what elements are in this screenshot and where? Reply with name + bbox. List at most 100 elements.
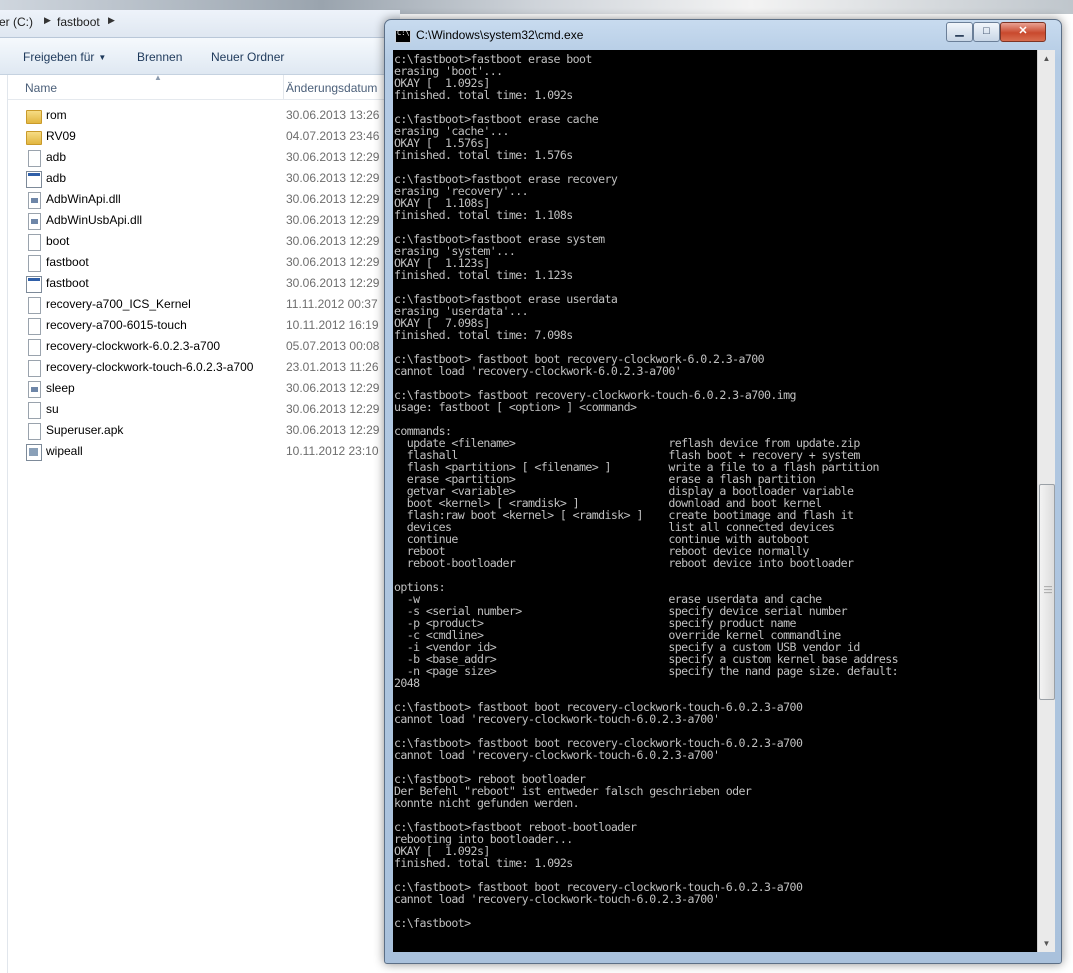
- console-line: cannot load 'recovery-clockwork-touch-6.…: [394, 748, 720, 762]
- folder-icon: [26, 110, 42, 124]
- console-line: cannot load 'recovery-clockwork-touch-6.…: [394, 892, 720, 906]
- file-icon: [28, 423, 41, 440]
- new-folder-button[interactable]: Neuer Ordner: [211, 50, 284, 64]
- file-name[interactable]: su: [46, 402, 59, 416]
- file-row[interactable]: adb 30.06.2013 12:29: [8, 147, 400, 168]
- scrollbar-thumb[interactable]: — — —: [1039, 484, 1055, 700]
- share-with-button[interactable]: Freigeben für ▼: [23, 50, 106, 64]
- file-row[interactable]: recovery-a700-6015-touch 10.11.2012 16:19: [8, 315, 400, 336]
- console-line: reboot-bootloader reboot device into boo…: [394, 556, 854, 570]
- file-name[interactable]: recovery-a700-6015-touch: [46, 318, 187, 332]
- file-row[interactable]: RV09 04.07.2013 23:46: [8, 126, 400, 147]
- file-date: 30.06.2013 12:29: [286, 171, 380, 185]
- breadcrumb-folder[interactable]: fastboot: [57, 15, 100, 29]
- folder-icon: [26, 131, 42, 145]
- file-name[interactable]: Superuser.apk: [46, 423, 123, 437]
- file-icon: [28, 339, 41, 356]
- file-row[interactable]: recovery-clockwork-6.0.2.3-a700 05.07.201…: [8, 336, 400, 357]
- file-date: 05.07.2013 00:08: [286, 339, 380, 353]
- file-icon: [28, 360, 41, 377]
- file-date: 30.06.2013 12:29: [286, 150, 380, 164]
- minimize-button[interactable]: ▁: [946, 22, 973, 42]
- file-date: 30.06.2013 12:29: [286, 402, 380, 416]
- file-date: 30.06.2013 12:29: [286, 213, 380, 227]
- file-name[interactable]: wipeall: [46, 444, 83, 458]
- column-name-header[interactable]: Name: [25, 81, 57, 95]
- file-name[interactable]: rom: [46, 108, 67, 122]
- scroll-up-arrow-icon[interactable]: ▲: [1038, 50, 1055, 67]
- file-row[interactable]: recovery-clockwork-touch-6.0.2.3-a700 23.…: [8, 357, 400, 378]
- file-date: 30.06.2013 13:26: [286, 108, 380, 122]
- console-line: cannot load 'recovery-clockwork-6.0.2.3-…: [394, 364, 682, 378]
- file-date: 30.06.2013 12:29: [286, 192, 380, 206]
- console-line: finished. total time: 7.098s: [394, 328, 573, 342]
- console-line: c:\fastboot>: [394, 916, 471, 930]
- column-date-header[interactable]: Änderungsdatum: [286, 81, 377, 95]
- column-headers: Name ▲ Änderungsdatum: [8, 73, 400, 100]
- console-output[interactable]: c:\fastboot>fastboot erase boot erasing …: [393, 50, 1037, 952]
- console-line: finished. total time: 1.576s: [394, 148, 573, 162]
- exe-icon: [26, 276, 42, 293]
- file-name[interactable]: recovery-clockwork-touch-6.0.2.3-a700: [46, 360, 253, 374]
- file-name[interactable]: AdbWinUsbApi.dll: [46, 213, 142, 227]
- file-row[interactable]: boot 30.06.2013 12:29: [8, 231, 400, 252]
- console-icon-label: C:\: [397, 29, 410, 37]
- maximize-button[interactable]: □: [973, 22, 1000, 42]
- file-name[interactable]: fastboot: [46, 276, 89, 290]
- file-date: 10.11.2012 23:10: [286, 444, 379, 458]
- file-row[interactable]: wipeall 10.11.2012 23:10: [8, 441, 400, 462]
- file-icon: [28, 150, 41, 167]
- file-row[interactable]: fastboot 30.06.2013 12:29: [8, 273, 400, 294]
- file-date: 04.07.2013 23:46: [286, 129, 380, 143]
- file-date: 10.11.2012 16:19: [286, 318, 379, 332]
- dropdown-arrow-icon: ▼: [98, 53, 107, 62]
- address-bar[interactable]: er (C:) ▶ fastboot ▶: [0, 10, 400, 38]
- file-row[interactable]: su 30.06.2013 12:29: [8, 399, 400, 420]
- sort-ascending-icon: ▲: [154, 73, 162, 82]
- breadcrumb-drive[interactable]: er (C:): [0, 15, 33, 29]
- scroll-down-arrow-icon[interactable]: ▼: [1038, 935, 1055, 952]
- file-row[interactable]: rom 30.06.2013 13:26: [8, 105, 400, 126]
- file-name[interactable]: recovery-a700_ICS_Kernel: [46, 297, 191, 311]
- file-name[interactable]: adb: [46, 171, 66, 185]
- close-button[interactable]: ✕: [1000, 22, 1046, 42]
- file-date: 23.01.2013 11:26: [286, 360, 379, 374]
- file-date: 30.06.2013 12:29: [286, 234, 380, 248]
- navigation-pane[interactable]: [0, 75, 8, 973]
- console-icon[interactable]: C:\: [395, 29, 411, 43]
- file-row[interactable]: AdbWinApi.dll 30.06.2013 12:29: [8, 189, 400, 210]
- file-name[interactable]: RV09: [46, 129, 76, 143]
- file-name[interactable]: boot: [46, 234, 69, 248]
- file-row[interactable]: AdbWinUsbApi.dll 30.06.2013 12:29: [8, 210, 400, 231]
- dll-icon: [28, 381, 41, 398]
- chevron-right-icon[interactable]: ▶: [108, 15, 115, 26]
- file-icon: [28, 402, 41, 419]
- file-row[interactable]: adb 30.06.2013 12:29: [8, 168, 400, 189]
- cmd-titlebar[interactable]: C:\ C:\Windows\system32\cmd.exe ▁ □ ✕: [385, 20, 1061, 50]
- chevron-right-icon[interactable]: ▶: [44, 15, 51, 26]
- batch-icon: [26, 444, 42, 461]
- file-name[interactable]: fastboot: [46, 255, 89, 269]
- burn-button[interactable]: Brennen: [137, 50, 182, 64]
- vertical-scrollbar[interactable]: ▲ — — — ▼: [1037, 50, 1055, 952]
- file-row[interactable]: Superuser.apk 30.06.2013 12:29: [8, 420, 400, 441]
- file-icon: [28, 297, 41, 314]
- console-line: 2048: [394, 676, 420, 690]
- file-name[interactable]: recovery-clockwork-6.0.2.3-a700: [46, 339, 220, 353]
- file-name[interactable]: AdbWinApi.dll: [46, 192, 121, 206]
- column-divider[interactable]: [283, 75, 284, 99]
- file-date: 30.06.2013 12:29: [286, 423, 380, 437]
- console-line: -n <page size> specify the nand page siz…: [394, 664, 899, 678]
- console-line: konnte nicht gefunden werden.: [394, 796, 580, 810]
- file-name[interactable]: sleep: [46, 381, 75, 395]
- file-name[interactable]: adb: [46, 150, 66, 164]
- file-date: 30.06.2013 12:29: [286, 381, 380, 395]
- console-text: c:\fastboot>fastboot erase boot erasing …: [393, 50, 1037, 929]
- file-row[interactable]: fastboot 30.06.2013 12:29: [8, 252, 400, 273]
- exe-icon: [26, 171, 42, 188]
- file-date: 30.06.2013 12:29: [286, 255, 380, 269]
- file-row[interactable]: recovery-a700_ICS_Kernel 11.11.2012 00:37: [8, 294, 400, 315]
- grip-icon: — — —: [1044, 582, 1052, 597]
- file-row[interactable]: sleep 30.06.2013 12:29: [8, 378, 400, 399]
- file-date: 30.06.2013 12:29: [286, 276, 380, 290]
